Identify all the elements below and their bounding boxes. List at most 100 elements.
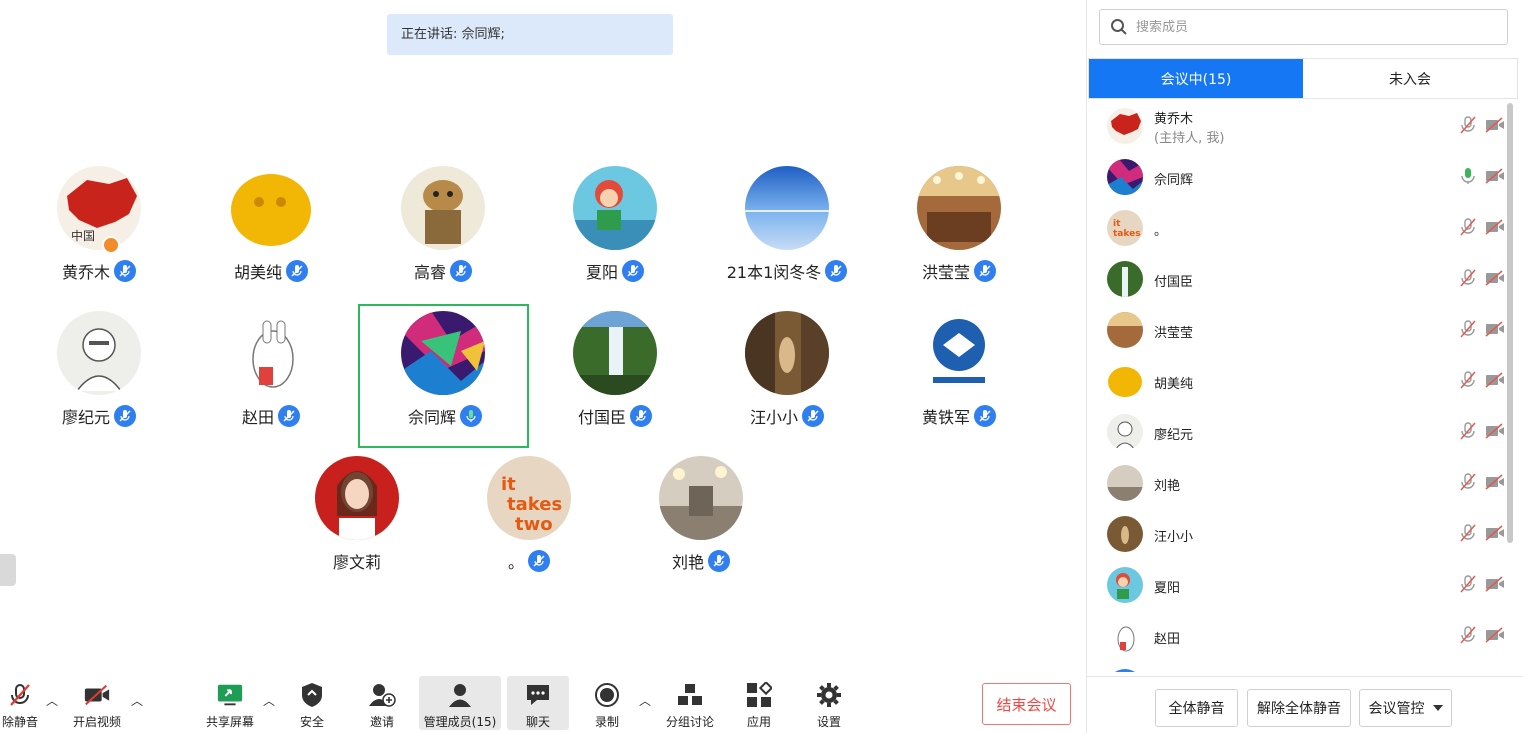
member-name: 。: [1154, 224, 1168, 239]
start-video-button[interactable]: 开启视频: [66, 676, 128, 730]
participant-tile[interactable]: 夏阳: [530, 166, 700, 310]
mute-button[interactable]: 除静音: [0, 676, 40, 730]
camera-off-icon[interactable]: [1485, 423, 1505, 439]
collapse-handle[interactable]: [0, 554, 16, 586]
camera-off-icon[interactable]: [1485, 576, 1505, 592]
record-icon: [595, 683, 619, 707]
mic-muted-icon[interactable]: [1459, 626, 1477, 644]
participant-tile[interactable]: 汪小小: [702, 311, 872, 455]
participant-avatar: [401, 166, 485, 250]
camera-off-icon[interactable]: [1485, 219, 1505, 235]
camera-off-icon[interactable]: [1485, 474, 1505, 490]
svg-text:takes: takes: [507, 494, 562, 515]
chat-icon: [527, 685, 549, 705]
participant-tile[interactable]: 洪莹莹: [874, 166, 1044, 310]
participant-tile[interactable]: 廖纪元: [14, 311, 184, 455]
breakout-button[interactable]: 分组讨论: [660, 676, 720, 730]
mic-muted-icon: [802, 405, 824, 427]
participant-tile[interactable]: 黄铁军: [874, 311, 1044, 455]
security-button[interactable]: 安全: [292, 676, 332, 730]
participant-name: 汪小小: [749, 408, 798, 427]
svg-text:中国: 中国: [71, 228, 95, 243]
camera-off-icon[interactable]: [1485, 117, 1505, 133]
list-item[interactable]: 赵田: [1087, 610, 1517, 661]
participant-tile[interactable]: 付国臣: [530, 311, 700, 455]
member-search-input[interactable]: [1136, 19, 1476, 35]
list-item[interactable]: 洪莹莹: [1087, 304, 1517, 355]
participant-tile[interactable]: 刘艳: [616, 456, 786, 600]
caret-down-icon: [1432, 705, 1443, 711]
mic-muted-icon[interactable]: [1459, 371, 1477, 389]
mic-muted-icon[interactable]: [1459, 116, 1477, 134]
member-avatar: [1107, 261, 1143, 297]
list-item[interactable]: 黄乔木 (主持人, 我): [1087, 100, 1517, 151]
meeting-control-button[interactable]: 会议管控: [1359, 689, 1452, 727]
mute-label: 除静音: [1, 715, 38, 729]
participant-tile[interactable]: 中国 黄乔木: [14, 166, 184, 310]
record-label: 录制: [594, 715, 619, 729]
list-item[interactable]: 汪小小: [1087, 508, 1517, 559]
share-screen-button[interactable]: 共享屏幕: [202, 676, 258, 730]
invite-label: 邀请: [369, 715, 394, 729]
mic-muted-icon[interactable]: [1459, 422, 1477, 440]
chevron-up-icon[interactable]: ︿: [131, 692, 143, 709]
camera-off-icon[interactable]: [1485, 321, 1505, 337]
apps-button[interactable]: 应用: [739, 676, 779, 730]
unmute-all-button[interactable]: 解除全体静音: [1247, 689, 1351, 727]
mic-muted-icon[interactable]: [1459, 320, 1477, 338]
participant-avatar: [57, 311, 141, 395]
participant-tile[interactable]: it takes two 。: [444, 456, 614, 600]
camera-off-icon[interactable]: [1485, 168, 1505, 184]
mute-all-button[interactable]: 全体静音: [1155, 689, 1238, 727]
end-meeting-button[interactable]: 结束会议: [982, 683, 1071, 725]
mic-muted-icon[interactable]: [1459, 524, 1477, 542]
chevron-up-icon[interactable]: ︿: [639, 692, 651, 709]
mic-on-icon[interactable]: [1459, 167, 1477, 185]
share-label: 共享屏幕: [205, 715, 254, 729]
member-avatar: [1107, 414, 1143, 450]
list-item[interactable]: 胡美纯: [1087, 355, 1517, 406]
camera-off-icon[interactable]: [1485, 270, 1505, 286]
tab-in-meeting[interactable]: 会议中(15): [1089, 59, 1303, 98]
list-item[interactable]: 夏阳: [1087, 559, 1517, 610]
participant-tile[interactable]: 胡美纯: [186, 166, 356, 310]
mic-muted-icon: [114, 260, 136, 282]
list-item[interactable]: it takes 。: [1087, 202, 1517, 253]
mic-muted-icon[interactable]: [1459, 575, 1477, 593]
settings-button[interactable]: 设置: [809, 676, 849, 730]
invite-button[interactable]: 邀请: [362, 676, 402, 730]
participant-tile[interactable]: 赵田: [186, 311, 356, 455]
camera-off-icon[interactable]: [1485, 627, 1505, 643]
tab-not-joined[interactable]: 未入会: [1303, 59, 1517, 98]
list-item[interactable]: 廖纪元: [1087, 406, 1517, 457]
svg-text:takes: takes: [1113, 229, 1141, 239]
list-item-partial[interactable]: [1087, 661, 1517, 672]
participant-avatar: [745, 311, 829, 395]
participant-avatar: [315, 456, 399, 540]
participant-tile[interactable]: 廖文莉: [272, 456, 442, 600]
participant-avatar: [745, 166, 829, 250]
camera-off-icon[interactable]: [1485, 525, 1505, 541]
camera-off-icon[interactable]: [1485, 372, 1505, 388]
list-item[interactable]: 刘艳: [1087, 457, 1517, 508]
participant-avatar: 中国: [57, 166, 141, 250]
list-item[interactable]: 佘同辉: [1087, 151, 1517, 202]
participant-tile[interactable]: 21本1闵冬冬: [702, 166, 872, 310]
member-role: (主持人, 我): [1154, 131, 1225, 146]
list-item[interactable]: 付国臣: [1087, 253, 1517, 304]
mic-muted-icon[interactable]: [1459, 269, 1477, 287]
member-list-scrollbar[interactable]: [1507, 103, 1513, 543]
chevron-up-icon[interactable]: ︿: [263, 692, 275, 709]
chat-label: 聊天: [525, 715, 550, 729]
member-search-box[interactable]: [1099, 9, 1508, 45]
active-speaker-tile[interactable]: 佘同辉: [358, 304, 529, 448]
chevron-up-icon[interactable]: ︿: [46, 692, 58, 709]
manage-members-button[interactable]: 管理成员(15): [419, 676, 501, 730]
video-off-icon: [84, 684, 110, 706]
mic-muted-icon[interactable]: [1459, 218, 1477, 236]
mic-muted-icon[interactable]: [1459, 473, 1477, 491]
members-icon: [449, 684, 471, 707]
participant-tile[interactable]: 高睿: [358, 166, 528, 310]
record-button[interactable]: 录制: [587, 676, 627, 730]
chat-button[interactable]: 聊天: [507, 676, 569, 730]
